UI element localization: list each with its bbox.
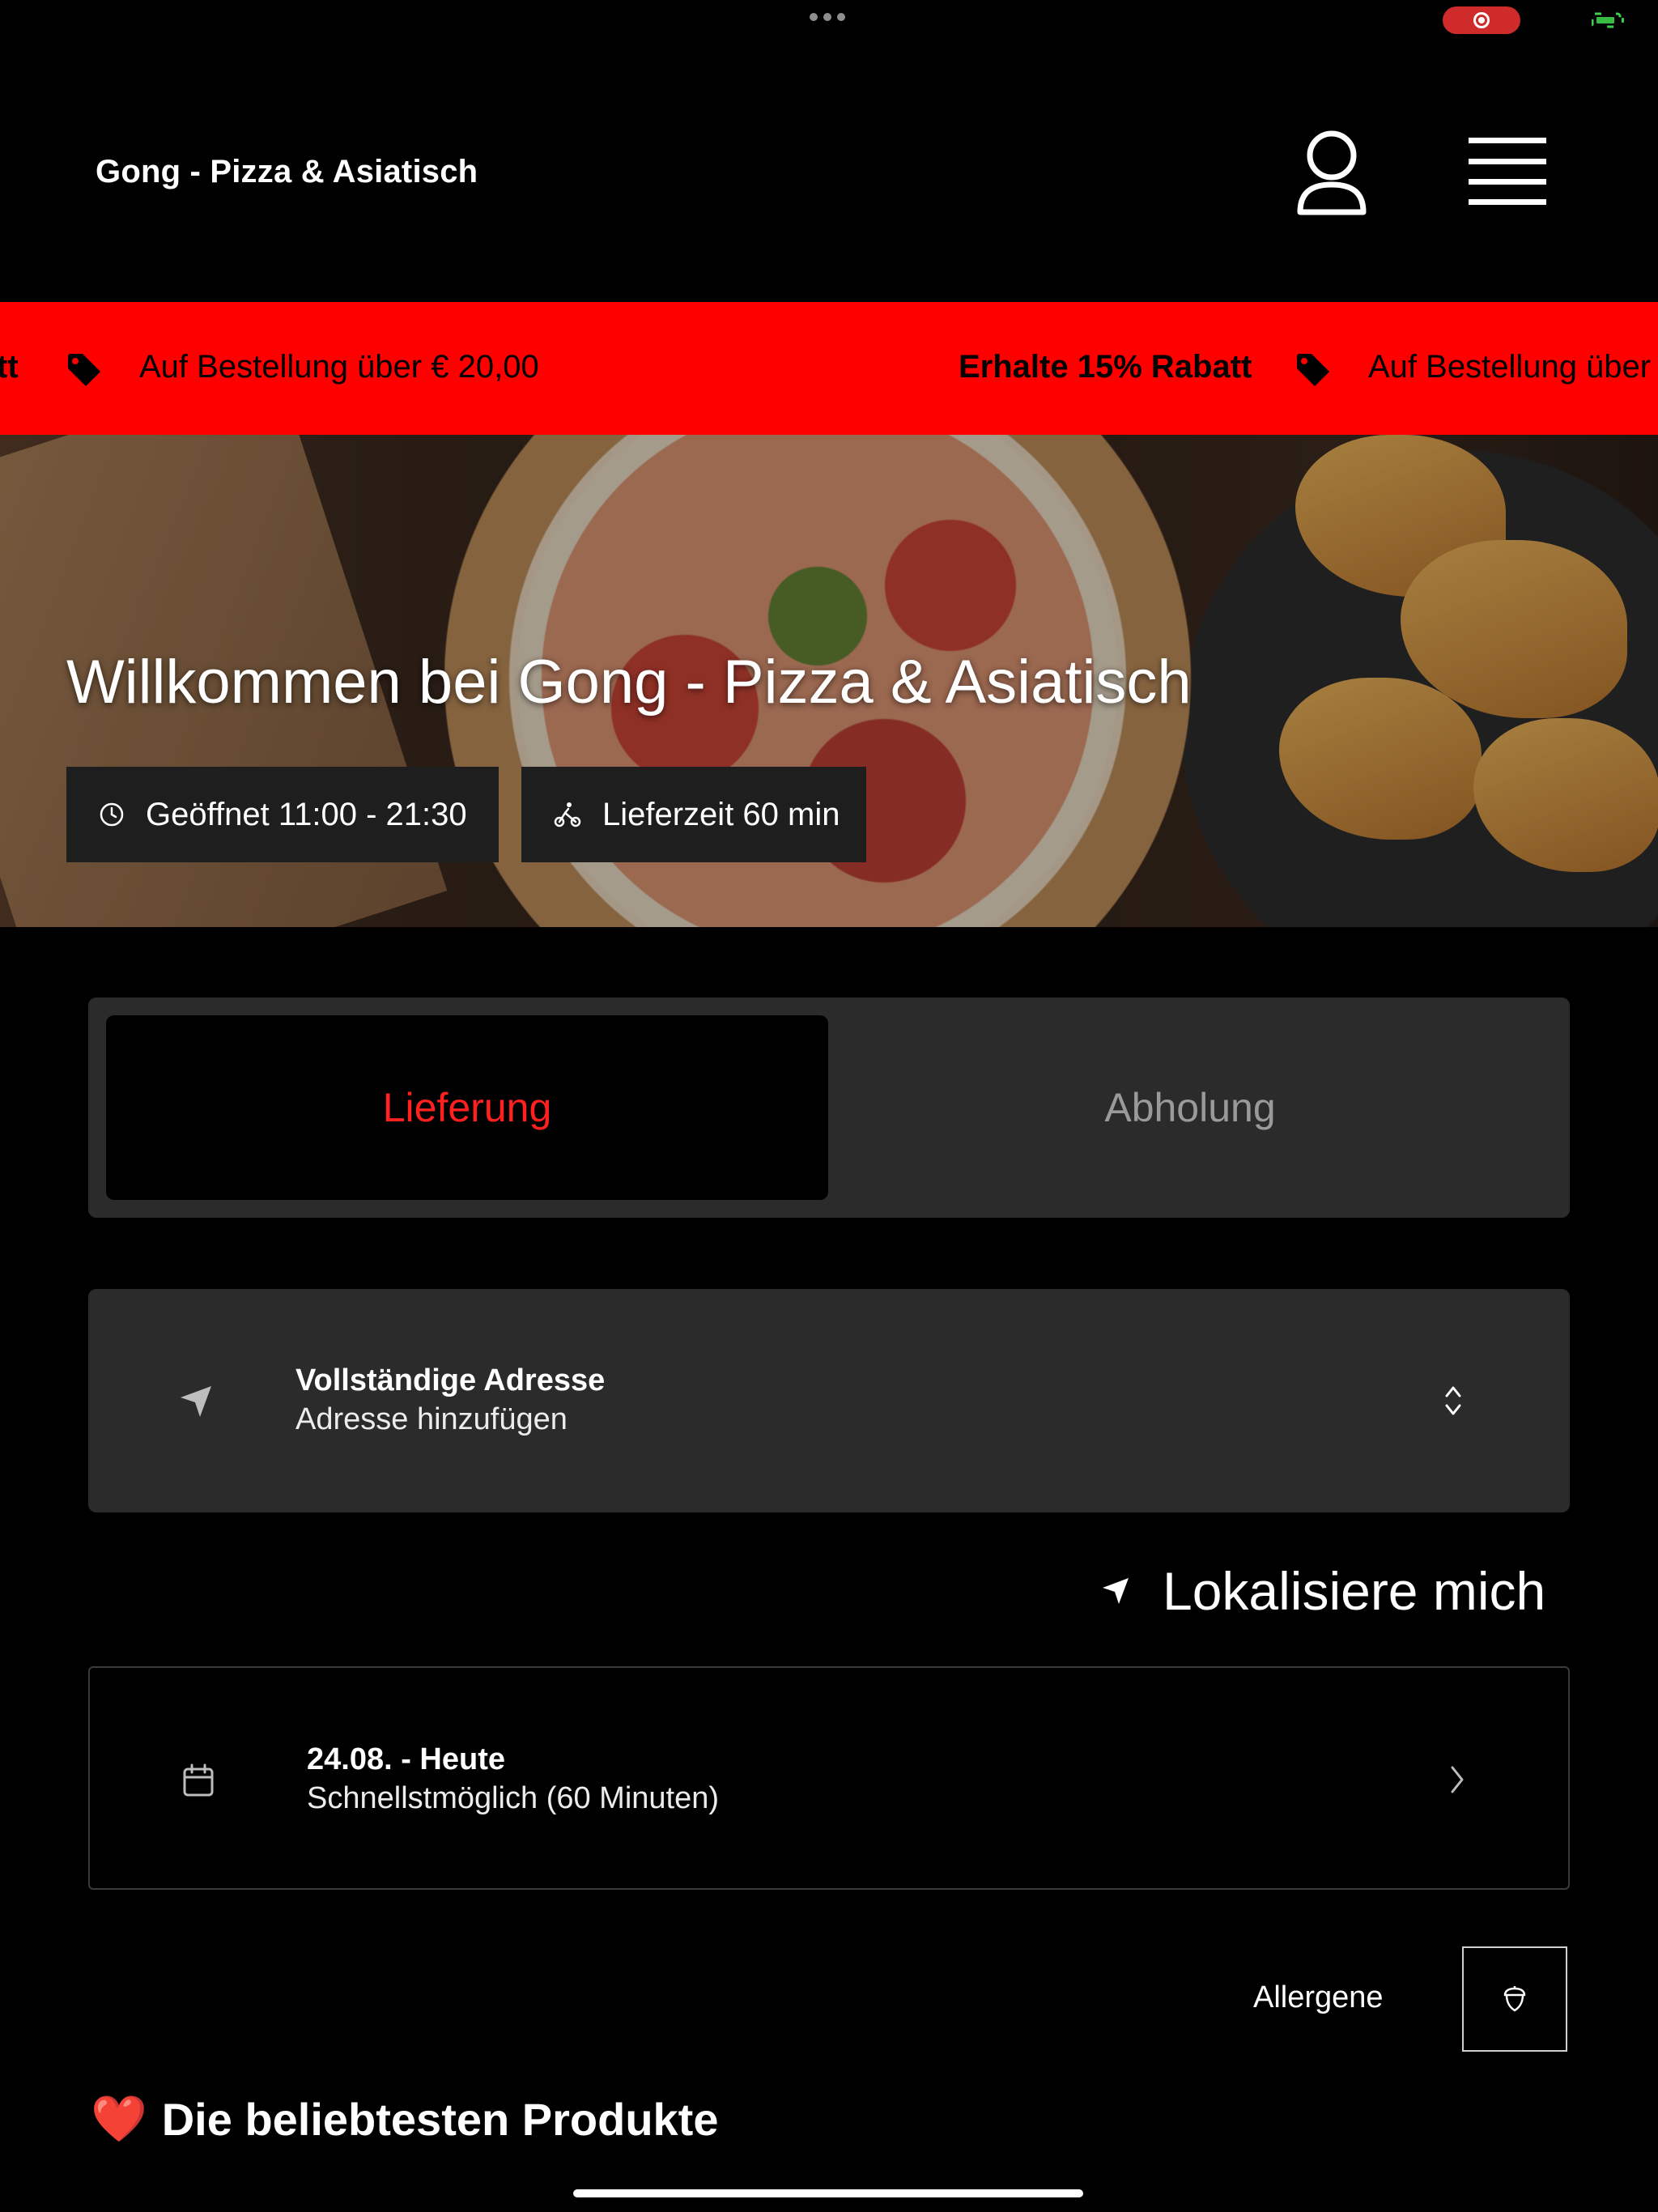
battery-icon [1592, 12, 1624, 28]
delivery-time-selector[interactable]: 24.08. - Heute Schnellstmöglich (60 Minu… [88, 1666, 1570, 1890]
delivery-time-text: Lieferzeit 60 min [602, 796, 840, 832]
address-placeholder: Adresse hinzufügen [295, 1402, 568, 1436]
restaurant-brand[interactable]: Gong - Pizza & Asiatisch [96, 154, 478, 190]
promo-fragment: tt [0, 349, 19, 385]
delivery-date: 24.08. - Heute [307, 1742, 505, 1776]
screen-recording-indicator[interactable] [1443, 6, 1520, 34]
location-arrow-icon [181, 1386, 211, 1417]
address-label: Vollständige Adresse [295, 1363, 606, 1397]
opening-hours-text: Geöffnet 11:00 - 21:30 [146, 796, 467, 832]
calendar-icon [183, 1763, 214, 1797]
record-icon [1473, 12, 1490, 28]
order-mode-toggle: Lieferung Abholung [88, 998, 1570, 1218]
acorn-icon [1503, 1986, 1526, 2012]
hero-title: Willkommen bei Gong - Pizza & Asiatisch [66, 648, 1192, 717]
clock-icon [100, 802, 124, 827]
promo-ticker: tt Auf Bestellung über € 20,00 Erhalte 1… [0, 302, 1658, 435]
allergens-button[interactable] [1462, 1946, 1567, 2052]
home-indicator[interactable] [573, 2189, 1083, 2197]
delivery-time-option: Schnellstmöglich (60 Minuten) [307, 1781, 720, 1815]
promo-offer-2: Auf Bestellung über [1368, 349, 1652, 385]
chevron-right-icon [1451, 1766, 1464, 1793]
promo-offer-1: Auf Bestellung über € 20,00 [139, 349, 539, 385]
user-account-icon[interactable] [1295, 128, 1368, 217]
opening-hours-badge: Geöffnet 11:00 - 21:30 [66, 767, 499, 862]
heart-icon: ❤️ [91, 2093, 147, 2144]
popular-products-heading: ❤️ Die beliebtesten Produkte [91, 2092, 718, 2146]
hero-banner: Willkommen bei Gong - Pizza & Asiatisch … [0, 435, 1658, 927]
hamburger-menu-icon[interactable] [1467, 136, 1548, 206]
promo-discount: Erhalte 15% Rabatt [959, 349, 1252, 385]
bike-courier-icon [554, 802, 581, 827]
locate-me-label: Lokalisiere mich [1163, 1561, 1546, 1621]
address-selector[interactable]: Vollständige Adresse Adresse hinzufügen [88, 1289, 1570, 1512]
tab-delivery[interactable]: Lieferung [106, 1015, 828, 1200]
chevron-up-down-icon [1445, 1386, 1461, 1415]
locate-me-button[interactable]: Lokalisiere mich [1101, 1561, 1546, 1621]
popular-products-title: Die beliebtesten Produkte [161, 2093, 719, 2145]
multitasking-dots[interactable] [810, 13, 848, 24]
tab-pickup[interactable]: Abholung [828, 1015, 1552, 1200]
delivery-time-badge: Lieferzeit 60 min [521, 767, 866, 862]
allergens-label[interactable]: Allergene [1253, 1980, 1384, 2015]
location-arrow-icon [1103, 1578, 1129, 1604]
price-tag-icon [1297, 354, 1329, 386]
price-tag-icon [68, 354, 100, 386]
